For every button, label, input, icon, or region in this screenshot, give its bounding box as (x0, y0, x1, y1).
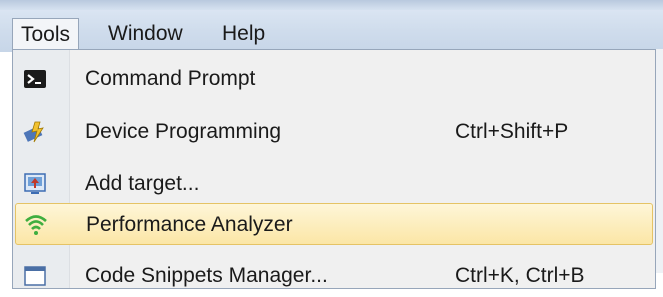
menu-item-performance-analyzer[interactable]: Performance Analyzer (15, 203, 653, 245)
menu-window[interactable]: Window (100, 18, 191, 50)
performance-analyzer-icon (24, 213, 48, 237)
add-target-icon (23, 172, 47, 196)
background-window-edge (656, 49, 663, 273)
command-prompt-icon (23, 67, 47, 91)
menu-help[interactable]: Help (214, 18, 273, 50)
menu-item-code-snippets-manager[interactable]: Code Snippets Manager... Ctrl+K, Ctrl+B (15, 255, 653, 297)
menu-item-label: Device Programming (85, 120, 282, 143)
menu-item-device-programming[interactable]: Device Programming Ctrl+Shift+P (15, 111, 653, 153)
menu-bar-top-edge (0, 0, 663, 10)
menu-item-shortcut: Ctrl+K, Ctrl+B (455, 264, 585, 287)
menu-item-label: Performance Analyzer (86, 213, 293, 236)
code-snippets-icon (23, 264, 47, 288)
device-programming-icon (23, 120, 47, 144)
menu-item-shortcut: Ctrl+Shift+P (455, 120, 569, 143)
menu-item-label: Add target... (85, 172, 200, 195)
menu-bar: Tools Window Help (0, 0, 663, 52)
menu-item-command-prompt[interactable]: Command Prompt (15, 58, 653, 100)
menu-tools[interactable]: Tools (12, 18, 80, 50)
menu-item-add-target[interactable]: Add target... (15, 163, 653, 205)
tools-dropdown-menu: Command Prompt Device Programming Ctrl+S… (12, 49, 656, 289)
menu-item-label: Command Prompt (85, 67, 256, 90)
menu-item-label: Code Snippets Manager... (85, 264, 328, 287)
